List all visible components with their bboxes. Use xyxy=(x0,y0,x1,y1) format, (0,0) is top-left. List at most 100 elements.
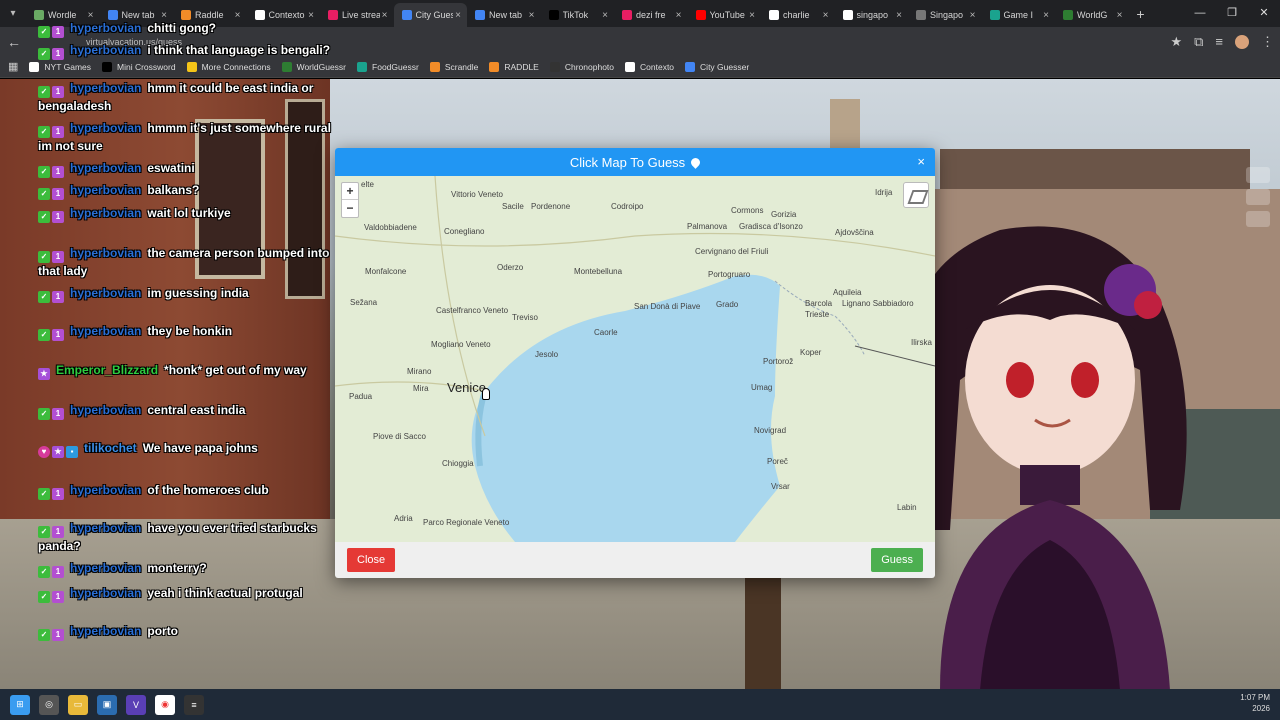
map-place-label: Caorle xyxy=(594,328,618,337)
chat-username: hyperbovian xyxy=(70,121,142,135)
tab-close-icon[interactable]: × xyxy=(747,10,757,21)
app-icon[interactable]: ▣ xyxy=(97,694,117,715)
browser-tab[interactable]: Singapo × xyxy=(908,3,982,27)
chat-username: hyperbovian xyxy=(70,81,142,95)
browser-tab[interactable]: dezi fre × xyxy=(614,3,688,27)
chat-message: ✓ 1 hyperbovian hmm it could be east india … xyxy=(38,80,338,115)
tab-close-icon[interactable]: × xyxy=(527,10,537,21)
modal-close-icon[interactable]: × xyxy=(917,154,925,169)
chat-text: im guessing india xyxy=(147,286,249,300)
tab-favicon-icon xyxy=(769,10,779,20)
app-icon[interactable]: ◎ xyxy=(39,694,59,715)
bookmark-item[interactable]: Scrandle xyxy=(429,61,478,72)
map-place-label: Sežana xyxy=(350,298,378,307)
browser-tab[interactable]: City Guesser× xyxy=(393,3,467,27)
tab-title: Wordle xyxy=(48,10,77,20)
tab-close-icon[interactable]: × xyxy=(600,10,610,21)
tab-close-icon[interactable]: × xyxy=(380,10,390,21)
chrome-icon[interactable]: ◉ xyxy=(155,694,175,715)
bookmark-item[interactable]: FoodGuessr xyxy=(357,61,419,72)
sub-badge-icon: 1 xyxy=(52,48,64,60)
tab-favicon-icon xyxy=(622,10,632,20)
browser-tab[interactable]: New tab × xyxy=(467,3,541,27)
media-control-icon[interactable]: ≡ xyxy=(1215,34,1223,49)
tab-close-icon[interactable]: × xyxy=(968,10,978,21)
minimize-icon[interactable]: — xyxy=(1184,0,1216,27)
guess-map[interactable]: + − Vittorio Veneto Sacile Pordenone Codroi… xyxy=(335,176,935,542)
rewind-icon[interactable] xyxy=(1246,211,1270,227)
close-button[interactable]: Close xyxy=(347,548,396,572)
browser-tab[interactable]: Game I × xyxy=(982,3,1056,27)
browser-tab[interactable]: charlie × xyxy=(761,3,835,27)
tab-close-icon[interactable]: × xyxy=(453,10,463,21)
bookmark-item[interactable]: Contexto xyxy=(625,61,674,72)
tab-close-icon[interactable]: × xyxy=(1041,10,1051,21)
check-badge-icon: ✓ xyxy=(38,26,50,38)
chat-username: hyperbovian xyxy=(70,161,142,175)
browser-tab[interactable]: singapo × xyxy=(835,3,909,27)
chat-username: hyperbovian xyxy=(70,483,142,497)
bookmark-star-icon[interactable]: ★ xyxy=(1170,34,1182,50)
profile-avatar[interactable] xyxy=(1235,34,1249,49)
bookmark-icon xyxy=(549,61,560,72)
bookmark-item[interactable]: Chronophoto xyxy=(549,61,614,72)
tab-favicon-icon xyxy=(842,10,853,20)
map-pin-icon xyxy=(689,155,703,169)
tab-close-icon[interactable]: × xyxy=(86,10,96,21)
apps-icon[interactable]: ▦ xyxy=(8,60,18,73)
tab-close-icon[interactable]: × xyxy=(233,10,243,21)
tab-favicon-icon xyxy=(548,10,559,20)
chat-message: ♥ ★ ▪ tilikochet We have papa johns xyxy=(38,440,338,458)
map-place-label: Mirano xyxy=(407,367,432,376)
tab-search-icon[interactable]: ▾ xyxy=(0,0,26,27)
map-place-label: Trieste xyxy=(805,310,830,319)
bookmark-icon xyxy=(685,61,696,72)
app-icon[interactable]: ≡ xyxy=(184,694,204,715)
chat-message: ✓ 1 hyperbovian im guessing india xyxy=(38,285,338,303)
new-tab-button[interactable]: + xyxy=(1129,6,1153,22)
map-place-label: Mogliano Veneto xyxy=(431,340,491,349)
browser-tab[interactable]: WorldG × xyxy=(1055,3,1129,27)
close-window-icon[interactable]: ✕ xyxy=(1248,0,1280,27)
browser-tab[interactable]: TikTok × xyxy=(541,3,615,27)
refresh-icon[interactable] xyxy=(1246,189,1270,205)
bookmark-item[interactable]: RADDLE xyxy=(489,61,539,72)
guess-button[interactable]: Guess xyxy=(871,548,923,572)
check-badge-icon: ✓ xyxy=(38,166,50,178)
tab-close-icon[interactable]: × xyxy=(894,10,904,21)
map-place-label: Mira xyxy=(413,384,429,393)
street-view-controls xyxy=(1246,167,1270,227)
compass-icon[interactable] xyxy=(1246,167,1270,183)
tab-close-icon[interactable]: × xyxy=(674,10,684,21)
map-place-label: Gorizia xyxy=(771,210,797,219)
chat-username: hyperbovian xyxy=(70,324,142,338)
map-place-label: Treviso xyxy=(512,313,538,322)
menu-icon[interactable]: ⋮ xyxy=(1261,34,1274,50)
chat-text: i think that language is bengali? xyxy=(147,43,331,57)
bookmark-item[interactable]: City Guesser xyxy=(685,61,749,72)
browser-tab[interactable]: YouTube × xyxy=(688,3,762,27)
bookmark-icon xyxy=(489,61,500,72)
start-icon[interactable]: ⊞ xyxy=(10,694,30,715)
star-badge-icon: ★ xyxy=(38,368,50,380)
tab-close-icon[interactable]: × xyxy=(306,10,316,21)
clock-time: 1:07 PM xyxy=(1240,693,1270,702)
layers-button[interactable] xyxy=(903,182,929,208)
tab-close-icon[interactable]: × xyxy=(821,10,831,21)
check-badge-icon: ✓ xyxy=(38,251,50,263)
app-icon[interactable]: V xyxy=(126,694,146,715)
tab-title: Live stream xyxy=(342,10,380,20)
folder-icon[interactable]: ▭ xyxy=(68,694,88,715)
tab-close-icon[interactable]: × xyxy=(159,10,169,21)
stream-chat: ✓ 1 hyperbovian chitti gong? ✓ 1 hyperbovian i … xyxy=(38,20,338,660)
tab-close-icon[interactable]: × xyxy=(1115,10,1125,21)
map-place-label: elte xyxy=(361,180,374,189)
zoom-in-button[interactable]: + xyxy=(342,183,358,200)
zoom-out-button[interactable]: − xyxy=(342,200,358,217)
maximize-icon[interactable]: ❐ xyxy=(1216,0,1248,27)
back-icon[interactable]: ← xyxy=(0,34,28,50)
extensions-icon[interactable]: ⧉ xyxy=(1194,34,1203,50)
chat-username: hyperbovian xyxy=(70,624,142,638)
map-place-label: Venice xyxy=(447,380,487,395)
map-place-label: Jesolo xyxy=(535,350,559,359)
